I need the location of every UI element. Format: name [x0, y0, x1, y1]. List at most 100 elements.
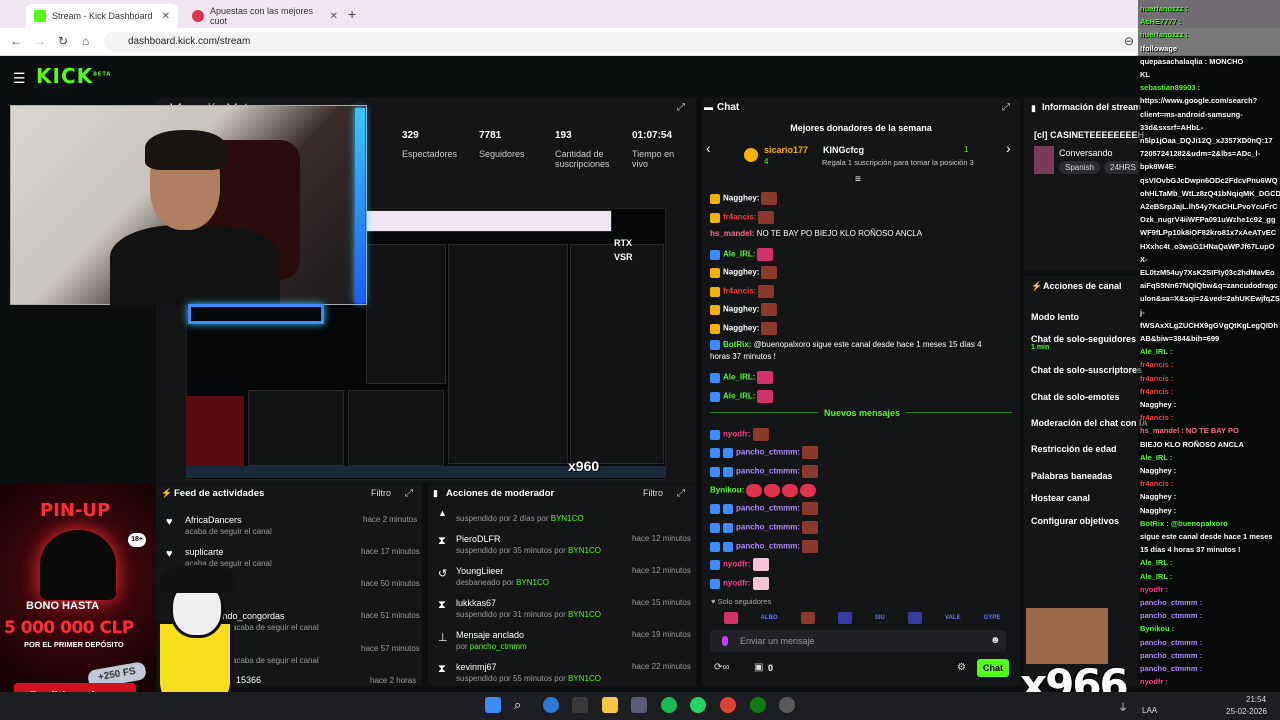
chrome-icon[interactable]: [720, 697, 736, 713]
feed-filter-button[interactable]: Filtro: [371, 488, 391, 498]
tab-close-icon[interactable]: ✕: [162, 11, 170, 22]
back-icon[interactable]: ←: [10, 34, 22, 48]
overlay-chat-line: Ale_IRL :: [1140, 571, 1173, 581]
chat-message: pancho_ctmmm:: [710, 540, 819, 553]
top-donors-title: Mejores donadores de la semana: [790, 123, 932, 133]
chat-message: pancho_ctmmm:: [710, 446, 819, 459]
points-count: 0: [768, 663, 774, 673]
store-icon[interactable]: [572, 697, 588, 713]
feed-item-name[interactable]: AfricaDancers: [185, 515, 242, 525]
ad-bonus-amount: 5 000 000 CLP: [4, 618, 134, 638]
app-icon[interactable]: [631, 697, 647, 713]
action-configure-goals[interactable]: Configurar objetivos: [1031, 516, 1119, 526]
clock-time[interactable]: 21:54: [1246, 695, 1266, 704]
mic-tray-icon[interactable]: ⏚: [1118, 699, 1128, 714]
action-subscribers-only[interactable]: Chat de solo-suscriptores: [1031, 365, 1142, 375]
mod-item-time: hace 15 minutos: [632, 598, 691, 607]
chat-message: Bynikou:: [710, 484, 817, 497]
kick-logo[interactable]: KICKBETA: [36, 64, 111, 88]
mod-item-name[interactable]: lukkkas67: [456, 598, 496, 608]
expand-icon[interactable]: ⤢: [405, 488, 413, 499]
clock-date[interactable]: 25-02-2026: [1226, 707, 1267, 716]
scroll-up-icon[interactable]: ▲: [438, 508, 447, 518]
emoji-icon[interactable]: ☻: [990, 635, 1001, 646]
preview-mini-chat: [448, 244, 568, 464]
mod-item-sub: desbaneado por BYN1CO: [456, 578, 549, 587]
expand-icon[interactable]: ⤢: [677, 102, 685, 113]
kick-header: [0, 57, 1280, 97]
xbox-icon[interactable]: [750, 697, 766, 713]
chat-message: fr4ancis:: [710, 211, 775, 224]
expand-icon[interactable]: ⤢: [677, 488, 685, 499]
edge-icon[interactable]: [543, 697, 559, 713]
search-icon[interactable]: ⌕: [514, 697, 530, 713]
channel-points-icon[interactable]: ⟳∞: [714, 662, 730, 673]
action-age-restriction[interactable]: Restricción de edad: [1031, 444, 1117, 454]
action-emotes-only[interactable]: Chat de solo-emotes: [1031, 392, 1120, 402]
feed-item-name[interactable]: 15366: [236, 675, 261, 685]
new-tab-button[interactable]: +: [348, 6, 356, 22]
preview-multiplier: x960: [568, 458, 600, 474]
feed-item-time: hace 17 minutos: [361, 547, 420, 556]
action-slow-mode[interactable]: Modo lento: [1031, 312, 1079, 322]
emote-bar[interactable]: ALBO SIU VALE GYPE: [712, 610, 1012, 626]
overlay-chat-line: pancho_ctmmm :: [1140, 598, 1203, 607]
expand-icon[interactable]: ⤢: [1002, 102, 1010, 113]
chevron-right-icon[interactable]: ›: [1006, 140, 1011, 156]
language-indicator[interactable]: LAA: [1142, 706, 1157, 715]
stream-name[interactable]: [cl] CASINETEEEEEEEEH: [1034, 130, 1144, 140]
chevron-left-icon[interactable]: ‹: [706, 140, 711, 156]
chat-message-input[interactable]: Enviar un mensaje: [710, 630, 1006, 652]
category-name[interactable]: Conversando: [1059, 148, 1113, 158]
windows-start-icon[interactable]: [485, 697, 501, 713]
action-followers-only-duration: 1 min: [1031, 344, 1050, 351]
action-banned-words[interactable]: Palabras baneadas: [1031, 471, 1113, 481]
mic-icon[interactable]: [722, 636, 728, 646]
donor-2-name[interactable]: KINGcfcg: [823, 145, 864, 155]
url-input[interactable]: dashboard.kick.com/stream: [104, 32, 1144, 52]
reload-icon[interactable]: ↻: [58, 34, 68, 48]
app-icon-2[interactable]: [779, 697, 795, 713]
spotify-icon[interactable]: [661, 697, 677, 713]
action-host-channel[interactable]: Hostear canal: [1031, 493, 1090, 503]
collapse-icon[interactable]: ≡: [855, 174, 861, 185]
streamer-hair: [145, 130, 227, 170]
mod-item-sub: suspendido por 55 minutos por BYN1CO: [456, 674, 601, 683]
overlay-chat-line: fr4ancis :: [1140, 479, 1174, 489]
mod-item-name[interactable]: YoungLiieer: [456, 566, 503, 576]
gear-icon[interactable]: ⚙: [957, 662, 966, 673]
action-followers-only[interactable]: Chat de solo-seguidores: [1031, 334, 1136, 344]
mod-item-name[interactable]: kevinmj67: [456, 662, 497, 672]
home-icon[interactable]: ⌂: [82, 34, 89, 48]
send-chat-button[interactable]: Chat: [977, 659, 1009, 677]
mod-item-name[interactable]: PieroDLFR: [456, 534, 501, 544]
feed-item-sub: acaba de seguir el canal: [232, 656, 319, 665]
overlay-chat-line: pancho_ctmmm :: [1140, 650, 1203, 660]
zoom-icon[interactable]: ⊖: [1124, 34, 1134, 48]
vsr-label: VSR: [614, 252, 633, 262]
gift-icon[interactable]: ▣: [754, 662, 763, 673]
overlay-chat-line: X-: [1140, 254, 1148, 264]
donor-1-name[interactable]: sicario177: [764, 145, 808, 155]
feed-item-name[interactable]: suplicarte: [185, 547, 224, 557]
file-explorer-icon[interactable]: [602, 697, 618, 713]
tag-24hrs[interactable]: 24HRS: [1104, 161, 1142, 174]
whatsapp-icon[interactable]: [690, 697, 706, 713]
new-messages-label[interactable]: Nuevos mensajes: [818, 408, 907, 418]
tag-spanish[interactable]: Spanish: [1059, 161, 1100, 174]
overlay-chat-line: sebastian89903 :: [1140, 83, 1201, 93]
feed-item-time: hace 50 minutos: [361, 579, 420, 588]
overlay-chat-line: Nagghey :: [1140, 400, 1177, 409]
overlay-chat-line: huerfanozzz :: [1140, 4, 1188, 13]
menu-icon[interactable]: ☰: [13, 70, 26, 87]
overlay-chat-line: A2eBSrpJajL.lh54y7KaCHLPvoYcuFrC: [1140, 202, 1278, 211]
tab-apuestas[interactable]: Apuestas con las mejores cuot ✕: [184, 4, 346, 28]
forward-icon[interactable]: →: [34, 34, 46, 48]
tab-close-icon[interactable]: ✕: [330, 11, 338, 22]
mod-filter-button[interactable]: Filtro: [643, 488, 663, 498]
donor-2-sub: Regala 1 suscripción para tomar la posic…: [822, 158, 974, 167]
mod-item-sub: suspendido por 31 minutos por BYN1CO: [456, 610, 601, 619]
action-ai-moderation[interactable]: Moderación del chat con IA: [1031, 418, 1148, 428]
mod-item-name[interactable]: Mensaje anclado: [456, 630, 524, 640]
tab-kick-dashboard[interactable]: Stream - Kick Dashboard ✕: [26, 4, 178, 28]
